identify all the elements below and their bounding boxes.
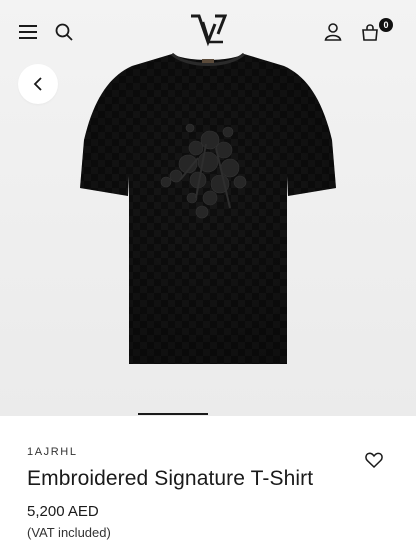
product-price: 5,200 AED (27, 503, 99, 520)
top-navigation: 0 (0, 0, 416, 64)
wishlist-button[interactable] (362, 448, 386, 472)
product-title: Embroidered Signature T-Shirt (27, 467, 314, 490)
heart-icon (365, 452, 383, 468)
bag-count-badge: 0 (379, 18, 393, 32)
user-icon (324, 23, 342, 41)
product-page: 0 1AJRHL Embroidered Signature T-Shirt 5… (0, 0, 416, 543)
product-gallery[interactable]: 0 (0, 0, 416, 416)
brand-logo[interactable] (189, 14, 227, 50)
account-button[interactable] (319, 18, 347, 46)
shopping-bag-icon (362, 24, 378, 41)
product-image (80, 52, 336, 364)
hamburger-menu-icon (19, 25, 37, 39)
product-details: 1AJRHL Embroidered Signature T-Shirt 5,2… (0, 416, 416, 543)
chevron-left-icon (33, 77, 42, 91)
product-sku: 1AJRHL (27, 446, 78, 458)
search-button[interactable] (50, 18, 78, 46)
menu-button[interactable] (14, 18, 42, 46)
vat-note: (VAT included) (27, 525, 111, 540)
search-icon (55, 23, 73, 41)
back-button[interactable] (18, 64, 58, 104)
gallery-slide-indicator (138, 413, 208, 415)
